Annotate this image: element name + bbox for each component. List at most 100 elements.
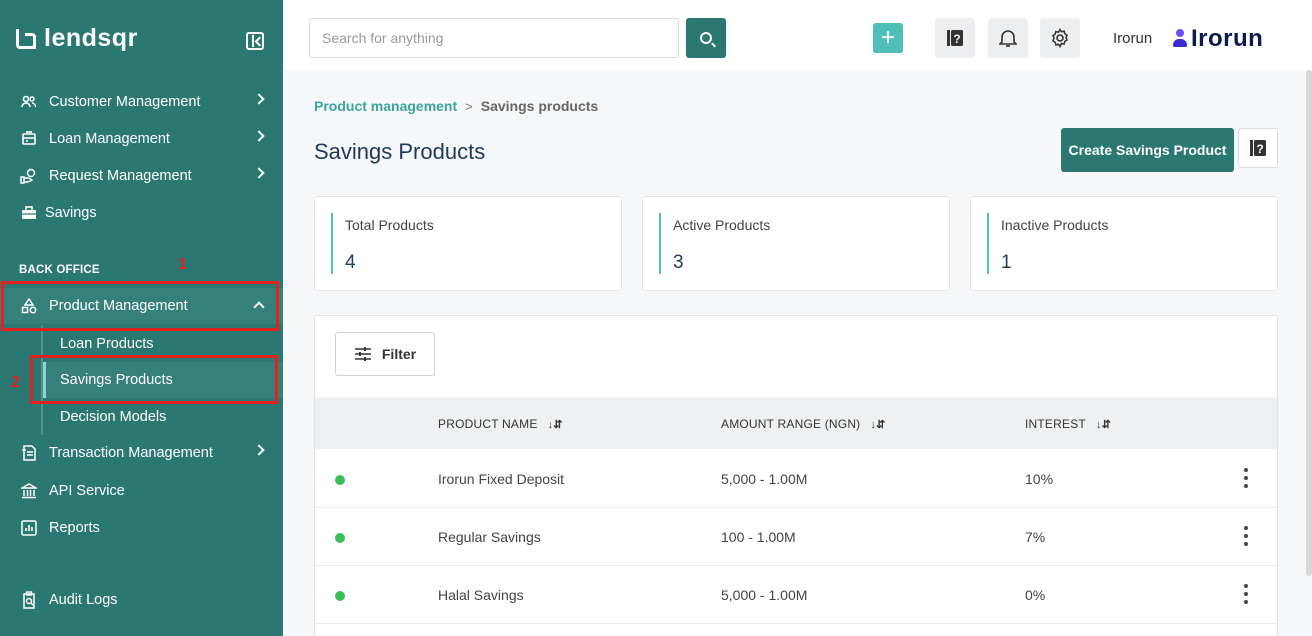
transaction-icon — [20, 444, 38, 462]
lendsqr-logo[interactable]: lendsqr — [16, 24, 138, 53]
stat-card-active-products: Active Products 3 — [642, 196, 950, 291]
stat-value: 3 — [673, 252, 684, 273]
request-hand-icon — [20, 167, 38, 185]
row-actions-kebab-icon[interactable] — [1241, 584, 1251, 604]
sidebar-item-reports[interactable]: Reports — [0, 510, 283, 546]
irorun-logo-icon — [1173, 29, 1187, 49]
stat-accent-bar — [659, 213, 661, 274]
sidebar-subitem-label: Loan Products — [60, 336, 154, 352]
filter-label: Filter — [381, 346, 417, 362]
sidebar-item-label: Transaction Management — [49, 445, 213, 461]
stat-label: Total Products — [345, 217, 434, 233]
help-book-icon: ? — [1250, 140, 1266, 156]
cell-amount-range: 5,000 - 1.00M — [721, 471, 808, 487]
stat-accent-bar — [987, 213, 989, 274]
lendsqr-logo-icon — [16, 28, 36, 49]
sidebar-item-request-management[interactable]: Request Management — [0, 158, 283, 194]
column-header-product-name[interactable]: PRODUCT NAME ↓⇵ — [438, 417, 563, 431]
cell-interest: 7% — [1025, 529, 1046, 545]
page-title: Savings Products — [314, 139, 486, 164]
chevron-right-icon — [253, 444, 265, 456]
sort-icon: ↓⇵ — [547, 418, 563, 431]
table-row[interactable]: Halal Savings 5,000 - 1.00M 0% — [315, 566, 1277, 624]
collapse-sidebar-icon[interactable] — [246, 32, 264, 50]
annotation-number-2: 2 — [11, 374, 20, 391]
sidebar-item-label: Reports — [49, 520, 100, 536]
stat-value: 4 — [345, 252, 356, 273]
cell-amount-range: 100 - 1.00M — [721, 529, 796, 545]
search-button[interactable] — [686, 18, 726, 58]
breadcrumb-product-management[interactable]: Product management — [314, 98, 457, 114]
user-name[interactable]: Irorun — [1113, 30, 1152, 47]
column-header-interest[interactable]: INTEREST ↓⇵ — [1025, 417, 1111, 431]
report-chart-icon — [20, 519, 38, 537]
table-header: PRODUCT NAME ↓⇵ AMOUNT RANGE (NGN) ↓⇵ IN… — [315, 397, 1277, 449]
breadcrumb-current: Savings products — [480, 98, 599, 114]
status-active-dot — [335, 533, 345, 543]
chevron-right-icon — [253, 167, 265, 179]
sidebar-item-audit-logs[interactable]: Audit Logs — [0, 582, 283, 618]
table-row[interactable]: Irorun Fixed Deposit 5,000 - 1.00M 10% — [315, 450, 1277, 508]
bell-icon — [999, 30, 1017, 47]
sidebar-item-label: Loan Management — [49, 131, 170, 147]
sidebar-subitem-label: Savings Products — [60, 372, 173, 388]
sidebar-item-label: Savings — [45, 205, 97, 221]
filter-button[interactable]: Filter — [335, 332, 435, 376]
stat-label: Inactive Products — [1001, 217, 1109, 233]
sidebar-subitem-savings-products[interactable]: Savings Products — [43, 362, 283, 398]
status-active-dot — [335, 591, 345, 601]
sidebar-item-product-management[interactable]: Product Management — [0, 288, 283, 324]
settings-button[interactable] — [1040, 18, 1080, 58]
svg-text:?: ? — [1256, 142, 1263, 156]
page-scrollbar[interactable] — [1306, 70, 1312, 576]
sidebar-item-transaction-management[interactable]: Transaction Management — [0, 435, 283, 471]
sidebar-item-label: Audit Logs — [49, 592, 118, 608]
row-actions-kebab-icon[interactable] — [1241, 468, 1251, 488]
sidebar-item-customer-management[interactable]: Customer Management — [0, 84, 283, 120]
sidebar-item-label: API Service — [49, 483, 125, 499]
sidebar-subitem-loan-products[interactable]: Loan Products — [43, 326, 283, 362]
svg-text:?: ? — [953, 32, 960, 46]
stat-accent-bar — [331, 213, 333, 274]
sidebar-subitem-decision-models[interactable]: Decision Models — [43, 399, 283, 435]
cell-product-name: Regular Savings — [438, 529, 541, 545]
search-input[interactable] — [309, 18, 679, 58]
logo-text: lendsqr — [44, 24, 138, 52]
sort-icon: ↓⇵ — [1095, 418, 1112, 431]
cell-amount-range: 5,000 - 1.00M — [721, 587, 808, 603]
sidebar-item-api-service[interactable]: API Service — [0, 473, 283, 509]
chevron-right-icon — [253, 130, 265, 142]
sidebar-item-label: Customer Management — [49, 94, 201, 110]
brand-text: Irorun — [1191, 25, 1264, 52]
stat-card-total-products: Total Products 4 — [314, 196, 622, 291]
column-header-amount-range[interactable]: AMOUNT RANGE (NGN) ↓⇵ — [721, 417, 886, 431]
audit-clipboard-icon — [20, 591, 38, 609]
sort-icon: ↓⇵ — [870, 418, 886, 431]
page-help-button[interactable]: ? — [1238, 128, 1278, 168]
create-savings-product-button[interactable]: Create Savings Product — [1061, 128, 1234, 172]
help-guide-button[interactable]: ? — [935, 18, 975, 58]
users-icon — [20, 93, 38, 111]
annotation-number-1: 1 — [178, 256, 187, 273]
chevron-up-icon — [253, 301, 265, 313]
gear-icon — [1051, 28, 1069, 48]
row-actions-kebab-icon[interactable] — [1241, 526, 1251, 546]
breadcrumb: Product management > Savings products — [314, 98, 598, 114]
filter-sliders-icon — [354, 347, 371, 361]
sidebar-item-loan-management[interactable]: Loan Management — [0, 121, 283, 157]
sidebar-item-label: Product Management — [49, 298, 188, 314]
add-button[interactable]: + — [873, 23, 903, 53]
search-icon — [700, 32, 712, 44]
notifications-button[interactable] — [988, 18, 1028, 58]
table-row[interactable]: Regular Savings 100 - 1.00M 7% — [315, 508, 1277, 566]
stat-card-inactive-products: Inactive Products 1 — [970, 196, 1278, 291]
sidebar: lendsqr Customer Management Loan Managem… — [0, 0, 283, 636]
chevron-right-icon — [253, 93, 265, 105]
irorun-brand-logo: Irorun — [1173, 25, 1263, 53]
help-book-icon: ? — [947, 30, 963, 46]
cell-product-name: Halal Savings — [438, 587, 524, 603]
breadcrumb-separator: > — [465, 98, 473, 114]
sidebar-item-savings[interactable]: Savings — [0, 195, 283, 231]
sidebar-item-label: Request Management — [49, 168, 192, 184]
section-label-back-office: BACK OFFICE — [19, 264, 100, 276]
